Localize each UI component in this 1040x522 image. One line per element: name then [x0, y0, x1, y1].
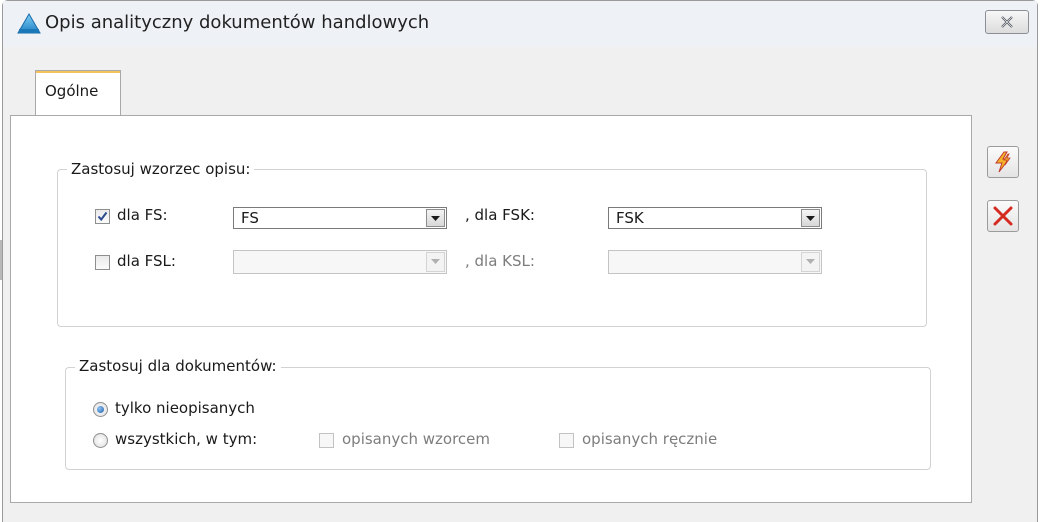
app-logo-icon — [17, 13, 41, 34]
chevron-down-icon — [431, 216, 440, 221]
tab-general[interactable]: Ogólne — [35, 70, 121, 116]
fsl-template-select[interactable] — [233, 250, 447, 274]
fsk-label: , dla FSK: — [465, 206, 535, 224]
lightning-icon — [995, 151, 1011, 173]
fs-checkbox[interactable] — [95, 209, 110, 224]
dialog-window: Opis analityczny dokumentów handlowych O… — [2, 0, 1038, 522]
chevron-down-icon — [806, 259, 815, 264]
template-described-checkbox[interactable] — [319, 433, 334, 448]
tab-general-label: Ogólne — [45, 82, 99, 100]
execute-button[interactable] — [987, 146, 1019, 178]
fsl-template-dropdown-button[interactable] — [426, 252, 445, 272]
fsk-template-dropdown-button[interactable] — [801, 209, 820, 227]
only-undescribed-radio[interactable] — [93, 402, 108, 417]
chevron-down-icon — [806, 216, 815, 221]
chevron-down-icon — [431, 259, 440, 264]
tab-content-panel: Zastosuj wzorzec opisu: dla FS: FS , dla… — [10, 115, 972, 503]
radio-selected-dot — [97, 406, 104, 413]
only-undescribed-label: tylko nieopisanych — [115, 399, 255, 417]
close-icon — [1001, 16, 1013, 28]
documents-groupbox — [65, 367, 931, 470]
fs-template-select[interactable]: FS — [233, 207, 447, 229]
title-bar[interactable]: Opis analityczny dokumentów handlowych — [3, 1, 1037, 47]
fsl-label: dla FSL: — [117, 252, 176, 270]
fs-label: dla FS: — [117, 206, 168, 224]
checkmark-icon — [97, 211, 108, 222]
ksl-label: , dla KSL: — [465, 252, 535, 270]
ksl-template-dropdown-button[interactable] — [801, 252, 820, 272]
window-title: Opis analityczny dokumentów handlowych — [45, 12, 430, 33]
all-documents-radio[interactable] — [93, 433, 108, 448]
manually-described-label: opisanych ręcznie — [582, 430, 718, 448]
fs-template-dropdown-button[interactable] — [426, 209, 445, 227]
fsk-template-select[interactable]: FSK — [608, 207, 822, 229]
close-x-icon — [993, 206, 1013, 226]
tab-active-indicator — [36, 71, 120, 73]
template-described-label: opisanych wzorcem — [342, 430, 491, 448]
cancel-button[interactable] — [987, 200, 1019, 232]
all-documents-label: wszystkich, w tym: — [115, 430, 258, 448]
fs-template-value: FS — [241, 209, 259, 227]
fsl-checkbox[interactable] — [95, 255, 110, 270]
close-button[interactable] — [985, 10, 1029, 34]
fsk-template-value: FSK — [616, 209, 644, 227]
documents-group-title: Zastosuj dla dokumentów: — [75, 357, 281, 375]
template-groupbox — [57, 169, 927, 327]
ksl-template-select[interactable] — [608, 250, 822, 274]
template-group-title: Zastosuj wzorzec opisu: — [67, 160, 255, 178]
manually-described-checkbox[interactable] — [559, 433, 574, 448]
